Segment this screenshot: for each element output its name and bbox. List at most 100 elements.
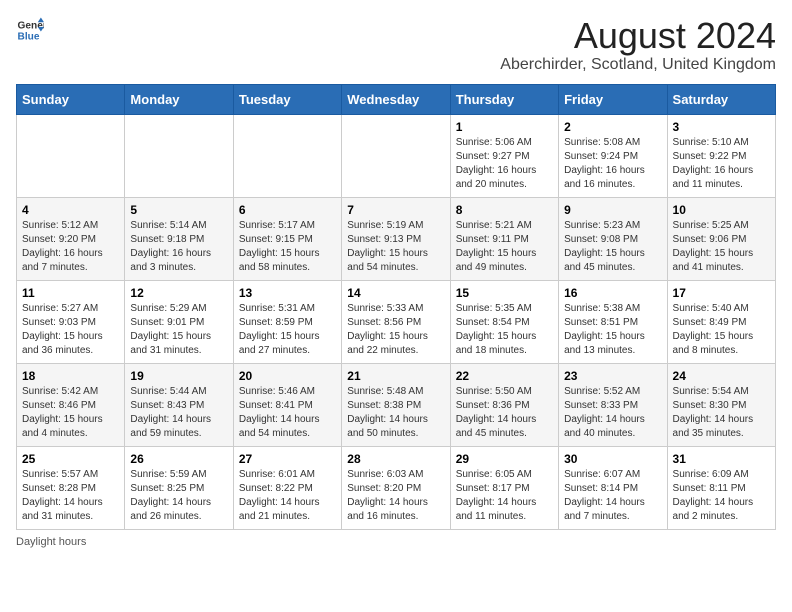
day-number: 22 [456, 369, 553, 383]
day-number: 2 [564, 120, 661, 134]
day-info: Sunrise: 5:10 AMSunset: 9:22 PMDaylight:… [673, 136, 770, 192]
header-cell-saturday: Saturday [667, 84, 775, 114]
day-info: Sunrise: 5:50 AMSunset: 8:36 PMDaylight:… [456, 385, 553, 441]
day-info: Sunrise: 5:27 AMSunset: 9:03 PMDaylight:… [22, 302, 119, 358]
header-cell-monday: Monday [125, 84, 233, 114]
day-info: Sunrise: 6:07 AMSunset: 8:14 PMDaylight:… [564, 468, 661, 524]
day-info: Sunrise: 5:35 AMSunset: 8:54 PMDaylight:… [456, 302, 553, 358]
day-info: Sunrise: 5:25 AMSunset: 9:06 PMDaylight:… [673, 219, 770, 275]
day-info: Sunrise: 5:52 AMSunset: 8:33 PMDaylight:… [564, 385, 661, 441]
day-info: Sunrise: 6:09 AMSunset: 8:11 PMDaylight:… [673, 468, 770, 524]
calendar-cell: 15 Sunrise: 5:35 AMSunset: 8:54 PMDayligh… [450, 280, 558, 363]
calendar-cell: 6 Sunrise: 5:17 AMSunset: 9:15 PMDaylight… [233, 197, 341, 280]
calendar-cell: 9 Sunrise: 5:23 AMSunset: 9:08 PMDaylight… [559, 197, 667, 280]
day-info: Sunrise: 5:06 AMSunset: 9:27 PMDaylight:… [456, 136, 553, 192]
day-info: Sunrise: 5:44 AMSunset: 8:43 PMDaylight:… [130, 385, 227, 441]
calendar-cell: 3 Sunrise: 5:10 AMSunset: 9:22 PMDaylight… [667, 114, 775, 197]
day-info: Sunrise: 5:40 AMSunset: 8:49 PMDaylight:… [673, 302, 770, 358]
day-number: 29 [456, 452, 553, 466]
day-number: 1 [456, 120, 553, 134]
calendar-cell: 17 Sunrise: 5:40 AMSunset: 8:49 PMDayligh… [667, 280, 775, 363]
day-number: 7 [347, 203, 444, 217]
day-info: Sunrise: 5:33 AMSunset: 8:56 PMDaylight:… [347, 302, 444, 358]
header-cell-friday: Friday [559, 84, 667, 114]
day-number: 14 [347, 286, 444, 300]
day-number: 5 [130, 203, 227, 217]
day-info: Sunrise: 5:08 AMSunset: 9:24 PMDaylight:… [564, 136, 661, 192]
calendar-cell: 26Sunrise: 5:59 AMSunset: 8:25 PMDayligh… [125, 446, 233, 529]
day-number: 31 [673, 452, 770, 466]
header: General Blue August 2024 Aberchirder, Sc… [16, 16, 776, 74]
day-number: 20 [239, 369, 336, 383]
calendar-cell: 21Sunrise: 5:48 AMSunset: 8:38 PMDayligh… [342, 363, 450, 446]
calendar-cell: 1 Sunrise: 5:06 AMSunset: 9:27 PMDaylight… [450, 114, 558, 197]
calendar-cell: 7 Sunrise: 5:19 AMSunset: 9:13 PMDaylight… [342, 197, 450, 280]
day-info: Sunrise: 6:01 AMSunset: 8:22 PMDaylight:… [239, 468, 336, 524]
day-number: 30 [564, 452, 661, 466]
footer-note: Daylight hours [16, 536, 776, 548]
calendar-cell: 12 Sunrise: 5:29 AMSunset: 9:01 PMDayligh… [125, 280, 233, 363]
day-number: 25 [22, 452, 119, 466]
calendar-cell: 8Sunrise: 5:21 AMSunset: 9:11 PMDaylight… [450, 197, 558, 280]
day-info: Sunrise: 5:38 AMSunset: 8:51 PMDaylight:… [564, 302, 661, 358]
day-info: Sunrise: 5:42 AMSunset: 8:46 PMDaylight:… [22, 385, 119, 441]
day-number: 13 [239, 286, 336, 300]
day-number: 10 [673, 203, 770, 217]
day-info: Sunrise: 5:19 AMSunset: 9:13 PMDaylight:… [347, 219, 444, 275]
subtitle: Aberchirder, Scotland, United Kingdom [500, 56, 776, 74]
calendar-cell [233, 114, 341, 197]
day-number: 8 [456, 203, 553, 217]
day-number: 28 [347, 452, 444, 466]
day-number: 9 [564, 203, 661, 217]
day-number: 6 [239, 203, 336, 217]
calendar-cell: 11 Sunrise: 5:27 AMSunset: 9:03 PMDayligh… [17, 280, 125, 363]
day-number: 19 [130, 369, 227, 383]
calendar-cell: 18 Sunrise: 5:42 AMSunset: 8:46 PMDayligh… [17, 363, 125, 446]
calendar-cell: 14 Sunrise: 5:33 AMSunset: 8:56 PMDayligh… [342, 280, 450, 363]
main-title: August 2024 [500, 16, 776, 56]
day-number: 17 [673, 286, 770, 300]
day-number: 27 [239, 452, 336, 466]
calendar-cell: 25 Sunrise: 5:57 AMSunset: 8:28 PMDayligh… [17, 446, 125, 529]
calendar-cell: 20 Sunrise: 5:46 AMSunset: 8:41 PMDayligh… [233, 363, 341, 446]
calendar-cell [17, 114, 125, 197]
day-info: Sunrise: 5:29 AMSunset: 9:01 PMDaylight:… [130, 302, 227, 358]
calendar-cell: 2 Sunrise: 5:08 AMSunset: 9:24 PMDaylight… [559, 114, 667, 197]
calendar-table: SundayMondayTuesdayWednesdayThursdayFrid… [16, 84, 776, 530]
day-info: Sunrise: 5:14 AMSunset: 9:18 PMDaylight:… [130, 219, 227, 275]
calendar-cell: 10 Sunrise: 5:25 AMSunset: 9:06 PMDayligh… [667, 197, 775, 280]
header-cell-tuesday: Tuesday [233, 84, 341, 114]
calendar-cell: 30 Sunrise: 6:07 AMSunset: 8:14 PMDayligh… [559, 446, 667, 529]
day-number: 26 [130, 452, 227, 466]
day-info: Sunrise: 5:46 AMSunset: 8:41 PMDaylight:… [239, 385, 336, 441]
calendar-cell: 13Sunrise: 5:31 AMSunset: 8:59 PMDayligh… [233, 280, 341, 363]
week-row-3: 11 Sunrise: 5:27 AMSunset: 9:03 PMDayligh… [17, 280, 776, 363]
header-cell-sunday: Sunday [17, 84, 125, 114]
calendar-cell: 22 Sunrise: 5:50 AMSunset: 8:36 PMDayligh… [450, 363, 558, 446]
day-info: Sunrise: 5:57 AMSunset: 8:28 PMDaylight:… [22, 468, 119, 524]
week-row-2: 4Sunrise: 5:12 AMSunset: 9:20 PMDaylight… [17, 197, 776, 280]
day-number: 24 [673, 369, 770, 383]
logo-icon: General Blue [16, 16, 44, 44]
day-info: Sunrise: 5:23 AMSunset: 9:08 PMDaylight:… [564, 219, 661, 275]
week-row-1: 1 Sunrise: 5:06 AMSunset: 9:27 PMDaylight… [17, 114, 776, 197]
day-info: Sunrise: 5:17 AMSunset: 9:15 PMDaylight:… [239, 219, 336, 275]
calendar-cell: 24 Sunrise: 5:54 AMSunset: 8:30 PMDayligh… [667, 363, 775, 446]
day-number: 12 [130, 286, 227, 300]
day-number: 21 [347, 369, 444, 383]
calendar-cell: 5 Sunrise: 5:14 AMSunset: 9:18 PMDaylight… [125, 197, 233, 280]
day-number: 16 [564, 286, 661, 300]
day-number: 15 [456, 286, 553, 300]
svg-text:Blue: Blue [18, 31, 40, 42]
day-number: 3 [673, 120, 770, 134]
footer-text: Daylight hours [16, 536, 86, 548]
day-number: 11 [22, 286, 119, 300]
header-cell-wednesday: Wednesday [342, 84, 450, 114]
calendar-cell: 23 Sunrise: 5:52 AMSunset: 8:33 PMDayligh… [559, 363, 667, 446]
calendar-cell [125, 114, 233, 197]
day-number: 23 [564, 369, 661, 383]
day-info: Sunrise: 5:12 AMSunset: 9:20 PMDaylight:… [22, 219, 119, 275]
day-number: 18 [22, 369, 119, 383]
day-info: Sunrise: 5:54 AMSunset: 8:30 PMDaylight:… [673, 385, 770, 441]
header-cell-thursday: Thursday [450, 84, 558, 114]
